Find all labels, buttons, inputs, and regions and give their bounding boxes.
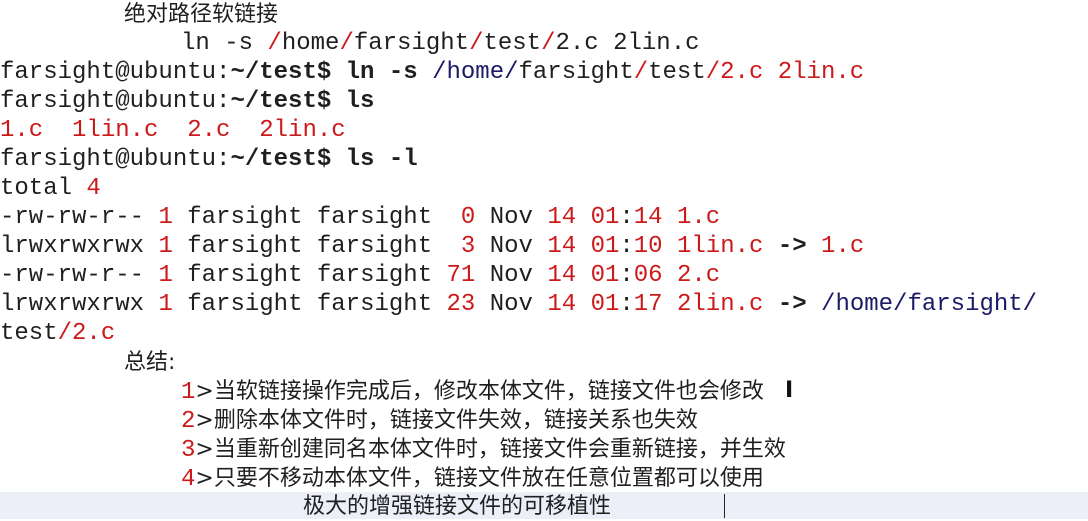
example-cmd-part: / <box>339 30 354 57</box>
example-command: ln -s /home/farsight/test/2.c 2lin.c <box>181 29 700 58</box>
listing-row-wrap: test/2.c <box>0 319 115 348</box>
owner: farsight farsight <box>187 291 433 318</box>
example-cmd-part: / <box>469 30 484 57</box>
example-cmd-part: / <box>541 30 556 57</box>
command-text: ln -s <box>345 59 433 86</box>
links: 1 <box>158 233 173 260</box>
ls-output: 1.c 1lin.c 2.c 2lin.c <box>0 117 346 144</box>
minute: 17 <box>633 291 663 318</box>
prompt-user: farsight@ubuntu: <box>0 146 231 173</box>
summary-item-text: >当软链接操作完成后，修改本体文件，链接文件也会修改 <box>195 379 764 404</box>
perm: -rw-rw-r-- <box>0 204 145 231</box>
hour: 01 <box>590 233 620 260</box>
day: 14 <box>547 233 577 260</box>
summary-item: 1>当软链接操作完成后，修改本体文件，链接文件也会修改 <box>181 377 764 406</box>
prompt-dir: ~/test$ <box>230 146 346 173</box>
prompt-user: farsight@ubuntu: <box>0 88 231 115</box>
filename: 2lin.c <box>677 291 764 318</box>
example-cmd-part: / <box>267 30 282 57</box>
terminal-line-ln: farsight@ubuntu:~/test$ ln -s /home/fars… <box>0 58 864 87</box>
size: 0 <box>446 204 476 231</box>
perm: lrwxrwxrwx <box>0 291 145 318</box>
perm: lrwxrwxrwx <box>0 233 145 260</box>
total-line: total 4 <box>0 174 101 203</box>
terminal-line-ls: farsight@ubuntu:~/test$ ls <box>0 87 374 116</box>
filename: 1lin.c <box>677 233 764 260</box>
minute: 14 <box>633 204 663 231</box>
owner: farsight farsight <box>187 233 433 260</box>
command-text: farsight <box>518 59 634 86</box>
summary-item: 2>删除本体文件时，链接文件失效，链接关系也失效 <box>181 406 698 435</box>
perm: -rw-rw-r-- <box>0 262 145 289</box>
notes-heading: 绝对路径软链接 <box>124 2 279 27</box>
listing-row: lrwxrwxrwx 1 farsight farsight 3 Nov 14 … <box>0 233 865 260</box>
summary-item-text: >当重新创建同名本体文件时，链接文件会重新链接，并生效 <box>195 437 786 462</box>
command-text: test <box>648 59 706 86</box>
links: 1 <box>158 204 173 231</box>
example-cmd-part: farsight <box>353 30 470 57</box>
symlink-target: test <box>0 320 58 347</box>
summary-item-number: 1 <box>181 379 196 406</box>
command-text: / <box>705 59 721 86</box>
example-cmd-part: 2.c 2lin.c <box>555 30 700 57</box>
month: Nov <box>489 204 533 231</box>
example-cmd-part: ln -s <box>181 30 268 57</box>
day: 14 <box>547 204 577 231</box>
text-cursor <box>724 494 725 518</box>
command-text: ls -l <box>345 146 418 173</box>
month: Nov <box>489 291 533 318</box>
symlink-arrow: -> <box>777 291 807 318</box>
owner: farsight farsight <box>187 262 433 289</box>
example-cmd-part: home <box>281 30 340 57</box>
hour: 01 <box>590 291 620 318</box>
filename: 2.c <box>677 262 721 289</box>
summary-title: 总结: <box>124 350 176 375</box>
summary-item-text: >只要不移动本体文件，链接文件放在任意位置都可以使用 <box>195 466 764 491</box>
command-text: / <box>633 59 649 86</box>
command-text: ls <box>345 88 375 115</box>
listing-row: -rw-rw-r-- 1 farsight farsight 0 Nov 14 … <box>0 204 721 231</box>
total-value: 4 <box>86 175 101 202</box>
minute: 06 <box>633 262 663 289</box>
symlink-target: 1.c <box>821 233 865 260</box>
links: 1 <box>158 262 173 289</box>
command-text: /home/ <box>432 59 519 86</box>
summary-item: 4>只要不移动本体文件，链接文件放在任意位置都可以使用 <box>181 464 764 493</box>
links: 1 <box>158 291 173 318</box>
total-label: total <box>0 175 87 202</box>
command-text: 2.c 2lin.c <box>720 59 865 86</box>
symlink-arrow: -> <box>777 233 807 260</box>
listing-row: lrwxrwxrwx 1 farsight farsight 23 Nov 14… <box>0 291 1038 318</box>
owner: farsight farsight <box>187 204 433 231</box>
summary-item: 3>当重新创建同名本体文件时，链接文件会重新链接，并生效 <box>181 435 786 464</box>
listing-row: -rw-rw-r-- 1 farsight farsight 71 Nov 14… <box>0 262 721 289</box>
minute: 10 <box>633 233 663 260</box>
prompt-dir: ~/test$ <box>230 88 346 115</box>
size: 71 <box>446 262 476 289</box>
summary-item-text: >删除本体文件时，链接文件失效，链接关系也失效 <box>195 408 698 433</box>
size: 3 <box>446 233 476 260</box>
terminal-line-ls-l: farsight@ubuntu:~/test$ ls -l <box>0 145 418 174</box>
day: 14 <box>547 291 577 318</box>
symlink-target: / <box>57 320 73 347</box>
mouse-pointer-icon: I <box>785 378 794 403</box>
example-cmd-part: test <box>483 30 542 57</box>
prompt-dir: ~/test$ <box>230 59 346 86</box>
filename: 1.c <box>677 204 721 231</box>
month: Nov <box>489 262 533 289</box>
hour: 01 <box>590 262 620 289</box>
terminal-editor-view: 绝对路径软链接 ln -s /home/farsight/test/2.c 2l… <box>0 0 1088 519</box>
symlink-target: 2.c <box>72 320 116 347</box>
symlink-target: /home/farsight/ <box>821 291 1038 318</box>
summary-item-number: 3 <box>181 437 196 464</box>
size: 23 <box>446 291 476 318</box>
day: 14 <box>547 262 577 289</box>
hour: 01 <box>590 204 620 231</box>
month: Nov <box>489 233 533 260</box>
summary-conclusion: 极大的增强链接文件的可移植性 <box>303 494 612 519</box>
summary-item-number: 4 <box>181 466 196 493</box>
prompt-user: farsight@ubuntu: <box>0 59 231 86</box>
summary-item-number: 2 <box>181 408 196 435</box>
